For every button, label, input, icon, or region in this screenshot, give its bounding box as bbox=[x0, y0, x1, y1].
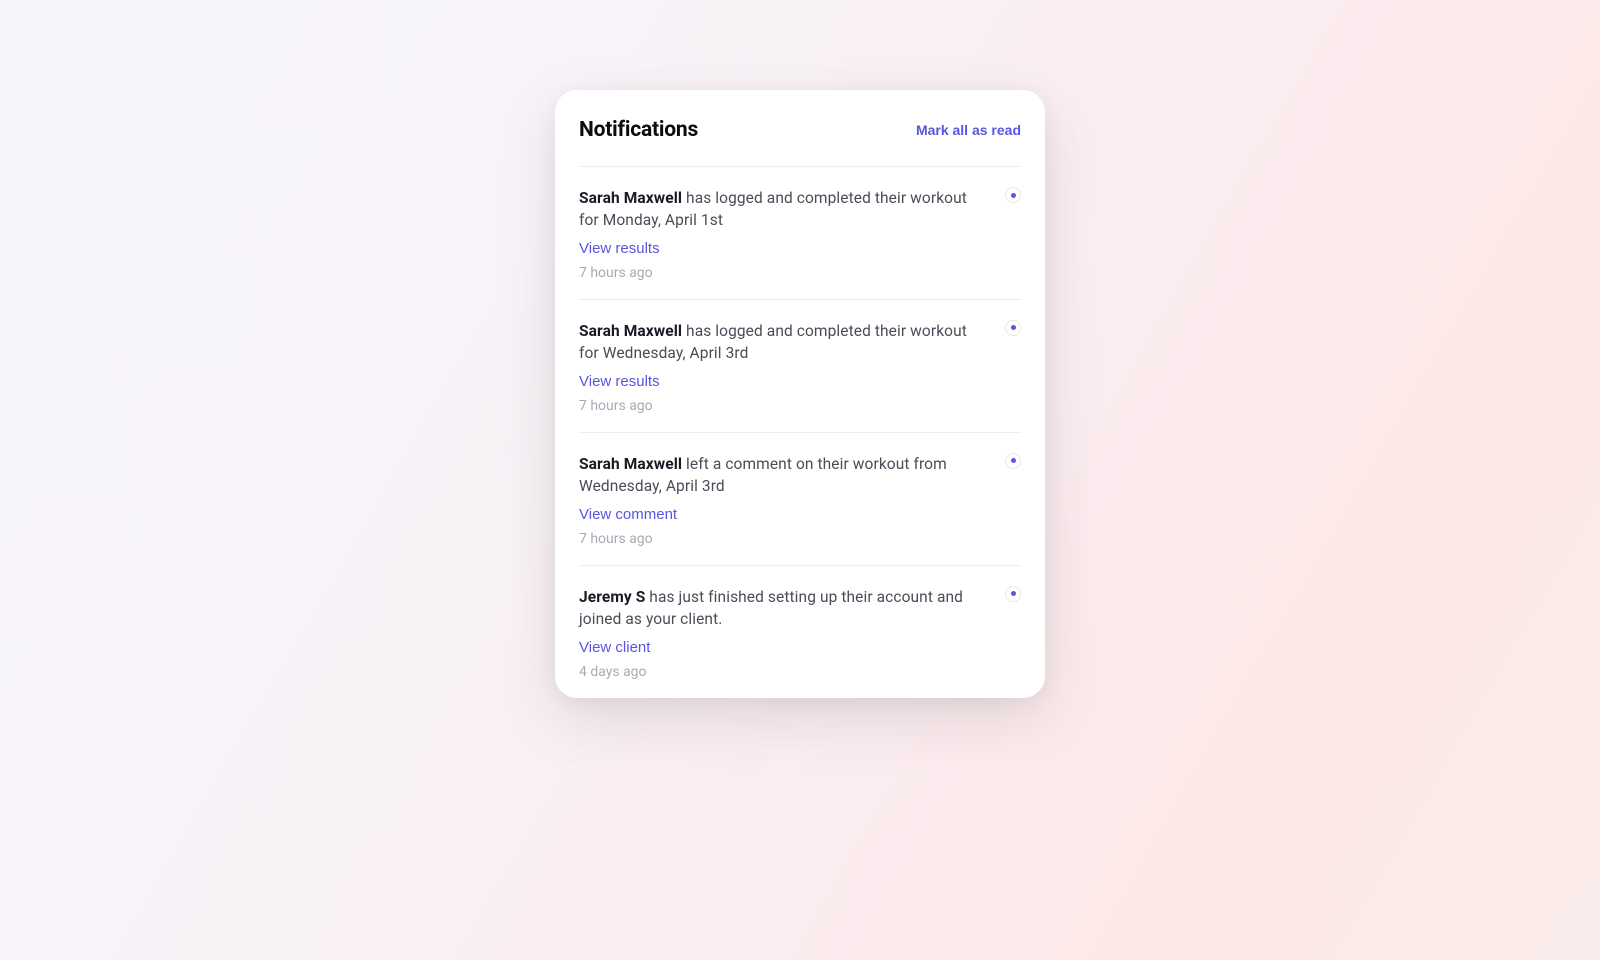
notification-item: Sarah Maxwell has logged and completed t… bbox=[579, 166, 1021, 299]
notification-time: 7 hours ago bbox=[579, 398, 1021, 414]
notification-subject: Jeremy S bbox=[579, 588, 645, 606]
page-title: Notifications bbox=[579, 118, 698, 142]
unread-indicator[interactable] bbox=[1005, 187, 1021, 203]
notification-time: 7 hours ago bbox=[579, 531, 1021, 547]
view-results-link[interactable]: View results bbox=[579, 240, 660, 257]
notification-message: Sarah Maxwell left a comment on their wo… bbox=[579, 453, 1021, 498]
unread-indicator[interactable] bbox=[1005, 320, 1021, 336]
notification-time: 7 hours ago bbox=[579, 265, 1021, 281]
notification-message: Jeremy S has just finished setting up th… bbox=[579, 586, 1021, 631]
notification-subject: Sarah Maxwell bbox=[579, 455, 682, 473]
notification-subject: Sarah Maxwell bbox=[579, 322, 682, 340]
notification-message: Sarah Maxwell has logged and completed t… bbox=[579, 187, 1021, 232]
view-client-link[interactable]: View client bbox=[579, 639, 650, 656]
notification-time: 4 days ago bbox=[579, 664, 1021, 680]
notification-item: Sarah Maxwell left a comment on their wo… bbox=[579, 432, 1021, 565]
view-comment-link[interactable]: View comment bbox=[579, 506, 677, 523]
card-header: Notifications Mark all as read bbox=[579, 118, 1021, 142]
notification-message: Sarah Maxwell has logged and completed t… bbox=[579, 320, 1021, 365]
unread-indicator[interactable] bbox=[1005, 453, 1021, 469]
notifications-list: Sarah Maxwell has logged and completed t… bbox=[579, 166, 1021, 698]
notifications-card: Notifications Mark all as read Sarah Max… bbox=[555, 90, 1045, 698]
unread-indicator[interactable] bbox=[1005, 586, 1021, 602]
notification-subject: Sarah Maxwell bbox=[579, 189, 682, 207]
view-results-link[interactable]: View results bbox=[579, 373, 660, 390]
mark-all-as-read-button[interactable]: Mark all as read bbox=[916, 122, 1021, 138]
notification-item: Jeremy S has just finished setting up th… bbox=[579, 565, 1021, 698]
notification-item: Sarah Maxwell has logged and completed t… bbox=[579, 299, 1021, 432]
